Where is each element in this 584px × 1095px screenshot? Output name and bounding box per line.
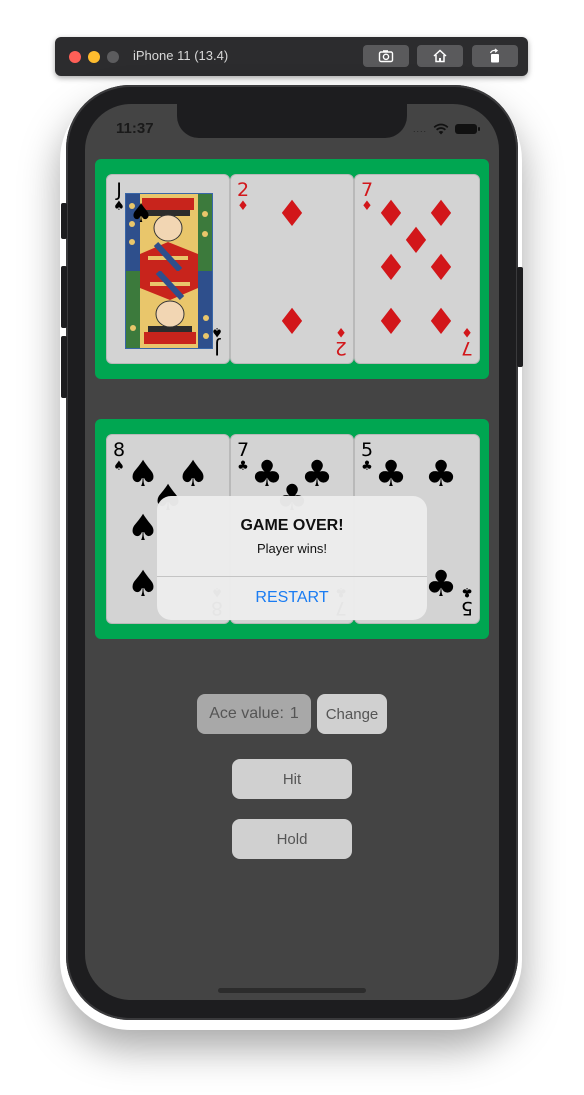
card-corner: J ♠: [211, 324, 223, 359]
ace-value-label: Ace value:: [209, 705, 284, 722]
card-corner: 2 ♦: [334, 324, 348, 359]
dealer-card-1: J ♠ ♠ J ♠: [106, 174, 230, 364]
card-corner: 7 ♦: [460, 324, 474, 359]
club-icon: ♣: [424, 454, 458, 495]
spade-icon: ♠: [129, 199, 153, 229]
status-time: 11:37: [116, 120, 154, 137]
diamond-icon: ♦: [424, 248, 458, 289]
diamond-icon: ♦: [374, 248, 408, 289]
diamond-icon: ♦: [374, 302, 408, 343]
notch: [177, 104, 407, 138]
club-icon: ♣: [374, 454, 408, 495]
rotate-icon: [489, 48, 499, 63]
diamond-icon: ♦: [275, 302, 309, 343]
status-icons: ....: [412, 123, 480, 135]
zoom-window-button[interactable]: [107, 51, 119, 63]
home-icon: [433, 49, 447, 63]
battery-icon: [455, 124, 480, 134]
spade-icon: ♠: [126, 508, 160, 549]
diamond-icon: ♦: [275, 194, 309, 235]
dealer-card-3: 7 ♦ ♦ ♦ ♦ ♦ ♦ ♦ ♦ 7 ♦: [354, 174, 480, 364]
change-ace-button[interactable]: Change: [317, 694, 387, 734]
card-corner: 5 ♣: [460, 584, 474, 619]
volume-down-button: [61, 336, 67, 398]
close-window-button[interactable]: [69, 51, 81, 63]
simulator-toolbar: iPhone 11 (13.4): [55, 37, 528, 76]
game-over-alert: GAME OVER! Player wins! RESTART: [157, 496, 427, 620]
hold-button[interactable]: Hold: [232, 819, 352, 859]
jack-face-art: ♠: [125, 193, 213, 349]
power-button: [517, 267, 523, 367]
screenshot-button[interactable]: [363, 45, 409, 67]
minimize-window-button[interactable]: [88, 51, 100, 63]
hit-button[interactable]: Hit: [232, 759, 352, 799]
alert-message: Player wins!: [256, 541, 328, 556]
spade-icon: ♠: [126, 564, 160, 605]
dealer-table: J ♠ ♠ J ♠ 2 ♦ ♦ ♦ 2 ♦ 7 ♦ ♦ ♦ ♦ ♦ ♦ ♦ ♦ …: [95, 159, 489, 379]
volume-up-button: [61, 266, 67, 328]
home-button[interactable]: [417, 45, 463, 67]
alert-title: GAME OVER!: [240, 517, 344, 534]
signal-icon: ....: [412, 124, 427, 134]
wifi-icon: [433, 123, 449, 135]
rotate-button[interactable]: [472, 45, 518, 67]
screenshot-icon: [378, 50, 394, 63]
diamond-icon: ♦: [424, 302, 458, 343]
restart-button[interactable]: RESTART: [157, 576, 427, 620]
simulator-title: iPhone 11 (13.4): [133, 48, 229, 63]
ace-value-display: Ace value: 1: [197, 694, 311, 734]
card-corner: 2 ♦: [236, 179, 250, 214]
dealer-card-2: 2 ♦ ♦ ♦ 2 ♦: [230, 174, 354, 364]
phone-screen: 11:37 .... J ♠ ♠ J ♠ 2 ♦ ♦ ♦ 2 ♦ 7 ♦ ♦ ♦…: [85, 104, 499, 1000]
home-indicator[interactable]: [218, 988, 366, 993]
club-icon: ♣: [424, 564, 458, 605]
silent-switch: [61, 203, 67, 239]
ace-value: 1: [289, 705, 299, 722]
